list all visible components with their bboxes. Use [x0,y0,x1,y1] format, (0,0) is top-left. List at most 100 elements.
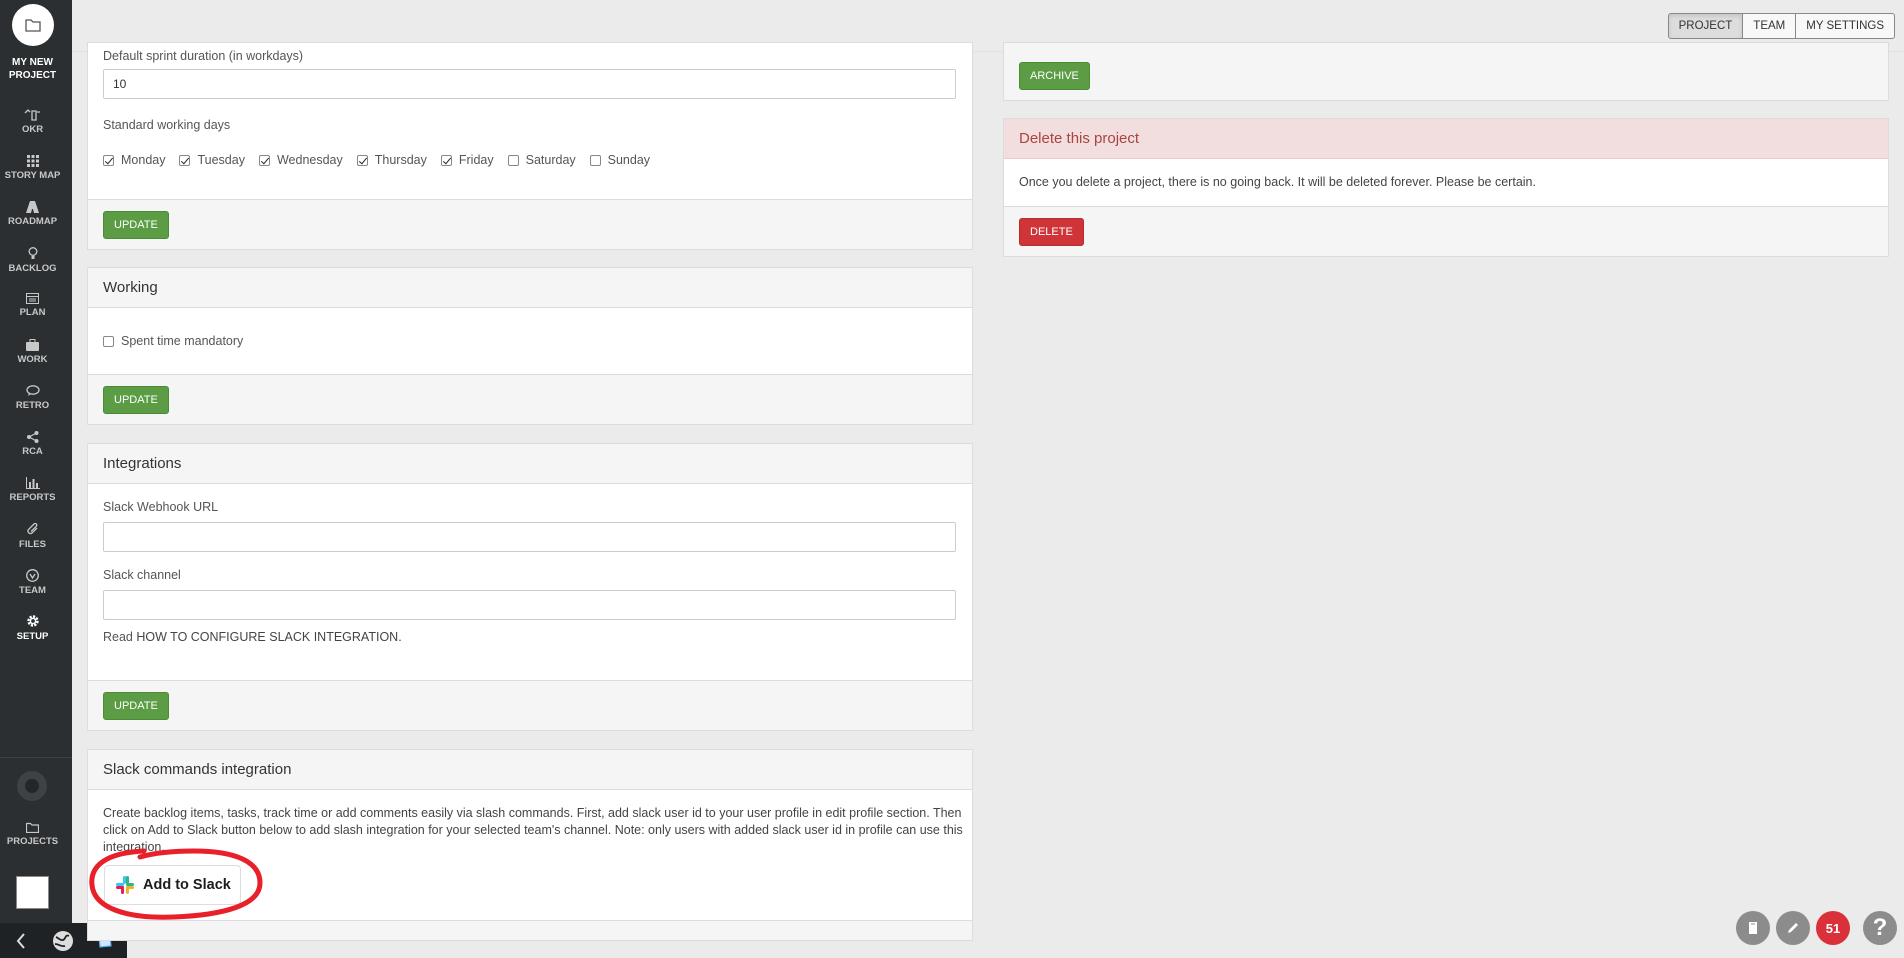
bar-chart-icon [25,477,40,489]
working-days-checkboxes: Monday Tuesday Wednesday Thursday Friday… [103,153,664,167]
paperclip-icon [26,523,37,535]
nav-team[interactable]: TEAM [0,569,65,596]
checkbox-saturday[interactable]: Saturday [507,153,576,167]
top-tabs: PROJECT TEAM MY SETTINGS [1667,13,1895,39]
nav-roadmap[interactable]: ROADMAP [0,201,65,227]
slack-help-link[interactable]: HOW TO CONFIGURE SLACK INTEGRATION. [136,630,401,644]
checkbox-sunday[interactable]: Sunday [589,153,650,167]
checkbox-box[interactable] [103,335,114,347]
tab-my-settings[interactable]: MY SETTINGS [1795,13,1895,39]
working-footer: UPDATE [88,374,972,424]
avatar[interactable] [16,876,49,909]
sprint-duration-label: Default sprint duration (in workdays) [103,49,304,63]
nav-label: OKR [21,124,44,135]
slack-commands-footer [88,920,972,940]
slack-webhook-input[interactable] [103,522,956,552]
working-days-label: Standard working days [103,118,231,132]
checkbox-friday[interactable]: Friday [440,153,494,167]
nav-projects[interactable]: PROJECTS [0,822,65,847]
gear-icon [26,615,39,627]
integrations-footer: UPDATE [88,680,972,730]
nav-files[interactable]: FILES [0,523,65,550]
nav-label: BACKLOG [8,263,57,274]
integrations-panel: Integrations Slack Webhook URL Slack cha… [87,443,973,731]
archive-panel: ARCHIVE [1003,42,1889,101]
working-panel: Working Spent time mandatory UPDATE [87,267,973,425]
checkbox-box[interactable] [589,154,601,166]
update-working-button[interactable]: UPDATE [103,385,169,414]
tab-project[interactable]: PROJECT [1667,13,1744,39]
nav-work[interactable]: WORK [0,339,65,365]
docs-button[interactable] [1736,911,1770,945]
theme-toggle[interactable] [17,771,47,801]
sprint-settings-panel: Default sprint duration (in workdays) 10… [87,42,973,250]
chevron-left-icon[interactable] [0,932,42,949]
nav-label: PROJECTS [6,836,59,847]
nav-label: ROADMAP [7,216,58,227]
lightbulb-icon [28,247,37,259]
nav-rca[interactable]: RCA [0,431,65,457]
integrations-title: Integrations [88,444,972,484]
delete-project-title: Delete this project [1004,119,1888,159]
delete-project-button[interactable]: DELETE [1019,217,1084,246]
working-title: Working [88,268,972,308]
checkbox-box[interactable] [103,154,114,166]
sprint-footer: UPDATE [88,199,972,249]
nav-setup[interactable]: SETUP [0,614,65,642]
briefcase-icon [26,339,39,351]
checkbox-box[interactable] [356,154,368,166]
archive-button[interactable]: ARCHIVE [1019,62,1090,90]
nav-reports[interactable]: REPORTS [0,477,65,503]
share-nodes-icon [26,431,38,443]
checkbox-monday[interactable]: Monday [103,153,165,167]
tab-team[interactable]: TEAM [1742,13,1797,39]
nav-story-map[interactable]: STORY MAP [0,155,65,181]
nav-label: RETRO [15,400,50,411]
nav-retro[interactable]: RETRO [0,385,65,411]
sprint-duration-input[interactable]: 10 [103,69,956,99]
update-sprint-button[interactable]: UPDATE [103,210,169,239]
nav-backlog[interactable]: BACKLOG [0,247,65,274]
pencil-icon [1788,923,1798,933]
nav-label: STORY MAP [4,170,61,181]
nav-label: PLAN [19,307,46,318]
nav-label: SETUP [16,631,49,642]
slack-channel-input[interactable] [103,590,956,620]
checkbox-box[interactable] [258,154,270,166]
checkbox-wednesday[interactable]: Wednesday [258,153,343,167]
slack-channel-label: Slack channel [103,568,181,582]
folder-icon [26,822,39,833]
help-button[interactable]: ? [1863,911,1897,945]
slack-webhook-label: Slack Webhook URL [103,500,219,514]
update-integrations-button[interactable]: UPDATE [103,691,169,720]
checkbox-thursday[interactable]: Thursday [356,153,427,167]
nav-label: REPORTS [9,492,56,503]
edit-button[interactable] [1776,911,1810,945]
nav-label: FILES [19,539,46,550]
nav-okr[interactable]: OKR [0,109,65,135]
delete-project-description: Once you delete a project, there is no g… [1019,175,1536,189]
checkbox-box[interactable] [440,154,452,166]
notifications-badge[interactable]: 51 [1816,911,1850,945]
nav-plan[interactable]: PLAN [0,293,65,318]
slack-help-text: Read HOW TO CONFIGURE SLACK INTEGRATION. [103,630,402,644]
delete-project-footer: DELETE [1004,206,1888,256]
chat-bubble-icon [25,385,40,396]
checkbox-box[interactable] [179,154,191,166]
okr-icon [24,109,40,121]
globe-icon[interactable] [42,930,84,952]
folder-icon [25,19,41,32]
project-name[interactable]: MY NEW PROJECT [0,56,65,82]
project-logo[interactable] [12,4,54,46]
calendar-icon [26,293,39,304]
delete-project-panel: Delete this project Once you delete a pr… [1003,118,1889,257]
checkbox-spent-time-mandatory[interactable]: Spent time mandatory [103,334,243,348]
nav-label: WORK [17,354,48,365]
road-icon [26,201,39,213]
slack-commands-title: Slack commands integration [88,750,972,790]
checkbox-tuesday[interactable]: Tuesday [179,153,245,167]
checkbox-box[interactable] [507,154,519,166]
sidebar: MY NEW PROJECT OKR STORY MAP ROADMAP BAC… [0,0,127,958]
annotation-circle [89,848,263,920]
sidebar-divider [0,757,72,758]
